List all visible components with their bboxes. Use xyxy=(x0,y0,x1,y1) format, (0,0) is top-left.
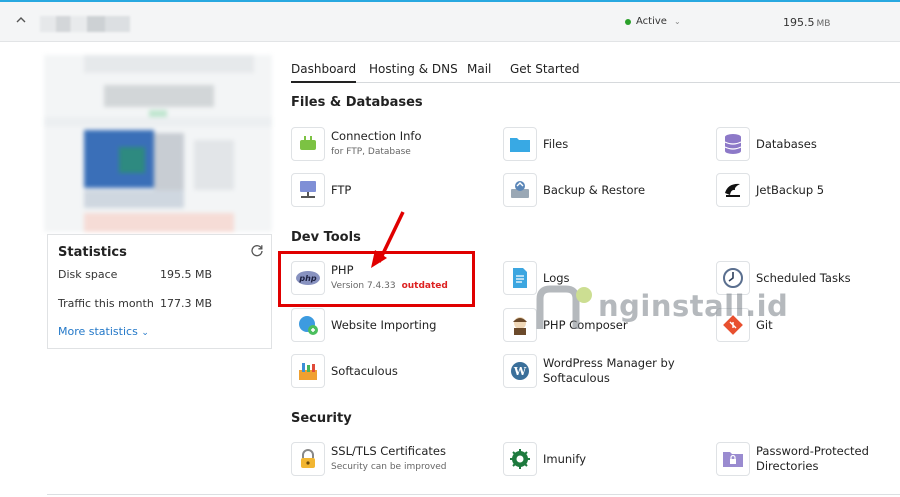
chevron-down-icon: ⌄ xyxy=(141,328,149,338)
wordpress-icon: W xyxy=(503,354,537,388)
folder-icon xyxy=(503,127,537,161)
tile-label: WordPress Manager by xyxy=(543,356,675,370)
tile-website-importing[interactable]: Website Importing xyxy=(291,308,436,342)
globe-import-icon xyxy=(291,308,325,342)
tile-label: Logs xyxy=(543,270,570,285)
more-statistics-label: More statistics xyxy=(58,325,138,338)
tile-wordpress-manager[interactable]: W WordPress Manager by Softaculous xyxy=(503,354,675,388)
section-security: Security xyxy=(291,411,352,426)
tile-label-line2: Directories xyxy=(756,459,819,473)
tile-label: JetBackup 5 xyxy=(756,182,825,197)
tile-backup-restore[interactable]: Backup & Restore xyxy=(503,173,645,207)
divider xyxy=(47,494,900,495)
disk-space-label: Disk space xyxy=(58,268,118,281)
folder-lock-icon xyxy=(716,442,750,476)
refresh-icon[interactable] xyxy=(250,243,264,257)
statistics-panel: Statistics Disk space 195.5 MB Traffic t… xyxy=(47,234,272,349)
subscription-header: Active ⌄ 195.5 MB xyxy=(0,2,900,42)
ftp-icon xyxy=(291,173,325,207)
section-files-databases: Files & Databases xyxy=(291,95,423,110)
tab-get-started[interactable]: Get Started xyxy=(510,62,580,83)
status-dropdown[interactable]: Active ⌄ xyxy=(625,16,681,27)
section-dev-tools: Dev Tools xyxy=(291,230,361,245)
tile-databases[interactable]: Databases xyxy=(716,127,817,161)
tile-label: Files xyxy=(543,136,569,151)
tile-ssl-certificates[interactable]: SSL/TLS Certificates Security can be impr… xyxy=(291,442,447,476)
disk-usage-unit: MB xyxy=(816,19,831,29)
tab-mail[interactable]: Mail xyxy=(467,62,491,83)
status-label: Active xyxy=(636,16,667,27)
more-statistics-link[interactable]: More statistics ⌄ xyxy=(58,325,149,338)
domain-name-blurred xyxy=(40,16,130,32)
tab-hosting-dns[interactable]: Hosting & DNS xyxy=(369,62,458,83)
plug-icon xyxy=(291,127,325,161)
tile-connection-info[interactable]: Connection Info for FTP, Database xyxy=(291,127,422,161)
disk-usage-value: 195.5 xyxy=(783,16,815,29)
status-dot-icon xyxy=(625,18,631,25)
watermark-logo-icon xyxy=(536,285,592,329)
tile-label: Backup & Restore xyxy=(543,182,646,197)
tile-label: Databases xyxy=(756,136,817,151)
traffic-label: Traffic this month xyxy=(58,297,154,310)
tile-sublabel: for FTP, Database xyxy=(331,147,411,157)
tile-label: SSL/TLS Certificates xyxy=(331,444,446,458)
red-arrow-annotation xyxy=(371,211,405,268)
tab-dashboard[interactable]: Dashboard xyxy=(291,62,357,83)
composer-icon xyxy=(503,308,537,342)
website-preview-thumbnail[interactable] xyxy=(44,55,272,232)
watermark-text: nginstall.id xyxy=(598,289,789,323)
shield-gear-icon xyxy=(503,442,537,476)
tile-label-line2: Softaculous xyxy=(543,371,610,385)
tab-bar: Dashboard Hosting & DNS Mail Get Started xyxy=(291,62,900,83)
tile-softaculous[interactable]: Softaculous xyxy=(291,354,398,388)
tile-label: Password-Protected xyxy=(756,444,869,458)
logs-icon xyxy=(503,261,537,295)
statistics-title: Statistics xyxy=(58,245,127,260)
tile-jetbackup[interactable]: JetBackup 5 xyxy=(716,173,824,207)
chevron-up-icon[interactable] xyxy=(15,14,27,26)
watermark: nginstall.id xyxy=(536,285,816,335)
backup-icon xyxy=(503,173,537,207)
tile-label: Scheduled Tasks xyxy=(756,270,851,285)
disk-space-value: 195.5 MB xyxy=(160,268,213,281)
tile-label: FTP xyxy=(331,182,352,197)
tile-ftp[interactable]: FTP xyxy=(291,173,351,207)
softaculous-icon xyxy=(291,354,325,388)
tile-label: Softaculous xyxy=(331,363,398,378)
chevron-down-icon: ⌄ xyxy=(673,17,681,26)
database-icon xyxy=(716,127,750,161)
traffic-value: 177.3 MB xyxy=(160,297,213,310)
tile-files[interactable]: Files xyxy=(503,127,568,161)
svg-text:W: W xyxy=(513,365,527,378)
tile-sublabel: Security can be improved xyxy=(331,462,447,472)
lock-icon xyxy=(291,442,325,476)
tile-label: Connection Info xyxy=(331,129,422,143)
disk-usage: 195.5 MB xyxy=(783,16,830,29)
tile-imunify[interactable]: Imunify xyxy=(503,442,586,476)
tile-password-protected-directories[interactable]: Password-Protected Directories xyxy=(716,442,869,476)
tile-label: Imunify xyxy=(543,451,587,466)
tile-label: Website Importing xyxy=(331,317,437,332)
jetbackup-icon xyxy=(716,173,750,207)
